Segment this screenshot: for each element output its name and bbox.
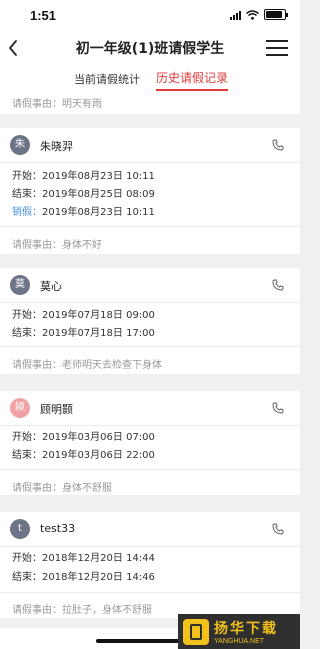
leave-reason: 请假事由：拉肚子，身体不舒服 bbox=[12, 605, 152, 616]
chevron-left-icon bbox=[9, 40, 17, 56]
divider bbox=[0, 546, 300, 547]
tab-history-records[interactable]: 历史请假记录 bbox=[156, 69, 229, 91]
card-header: 朱 朱晓羿 bbox=[0, 128, 300, 162]
nav-bar: 初一年级(1)班请假学生 bbox=[0, 30, 300, 66]
watermark-logo bbox=[183, 618, 209, 645]
leave-record-card[interactable]: t test33 开始：2018年12月20日 14:44 结束：2018年12… bbox=[0, 512, 300, 618]
start-time: 2018年12月20日 14:44 bbox=[42, 553, 155, 564]
watermark-cn: 扬华下载 bbox=[214, 621, 278, 637]
leave-record-card[interactable]: 朱 朱晓羿 开始：2019年08月23日 10:11 结束：2019年08月25… bbox=[0, 128, 300, 254]
phone-icon[interactable] bbox=[272, 279, 284, 291]
end-time-row: 结束：2019年07月18日 17:00 bbox=[12, 324, 155, 339]
end-time-row: 结束：2019年08月25日 08:09 bbox=[12, 185, 155, 200]
tab-current-stats[interactable]: 当前请假统计 bbox=[74, 71, 140, 92]
divider bbox=[0, 425, 300, 426]
end-time: 2019年07月18日 17:00 bbox=[42, 328, 155, 339]
student-name: 莫心 bbox=[40, 280, 62, 293]
back-button[interactable] bbox=[4, 36, 26, 60]
list-item: 请假事由：明天有雨 bbox=[0, 92, 300, 114]
end-time-row: 结束：2018年12月20日 14:46 bbox=[12, 568, 155, 583]
tabs-bar: 当前请假统计 历史请假记录 bbox=[0, 66, 300, 92]
page-title: 初一年级(1)班请假学生 bbox=[75, 41, 225, 57]
start-label: 开始： bbox=[12, 432, 42, 443]
student-name: 朱晓羿 bbox=[40, 140, 73, 153]
cancel-label: 销假： bbox=[12, 207, 42, 218]
divider bbox=[0, 226, 300, 227]
avatar: 朱 bbox=[10, 135, 30, 155]
divider bbox=[0, 346, 300, 347]
end-label: 结束： bbox=[12, 328, 42, 339]
phone-icon[interactable] bbox=[272, 139, 284, 151]
end-time: 2019年08月25日 08:09 bbox=[42, 189, 155, 200]
start-label: 开始： bbox=[12, 310, 42, 321]
end-label: 结束： bbox=[12, 572, 42, 583]
leave-reason: 请假事由：身体不舒服 bbox=[12, 483, 112, 494]
divider bbox=[0, 162, 300, 163]
leave-record-card[interactable]: 莫 莫心 开始：2019年07月18日 09:00 结束：2019年07月18日… bbox=[0, 268, 300, 374]
start-time: 2019年08月23日 10:11 bbox=[42, 171, 155, 182]
phone-icon[interactable] bbox=[272, 402, 284, 414]
start-time-row: 开始：2019年07月18日 09:00 bbox=[12, 306, 155, 321]
student-name: 顾明颢 bbox=[40, 403, 73, 416]
end-time-row: 结束：2019年03月06日 22:00 bbox=[12, 446, 155, 461]
avatar: 颍 bbox=[10, 398, 30, 418]
battery-icon bbox=[264, 9, 288, 20]
watermark-text: 扬华下载 YANGHUA.NET bbox=[214, 618, 278, 645]
cancel-time-row: 销假：2019年08月23日 10:11 bbox=[12, 203, 155, 218]
start-label: 开始： bbox=[12, 553, 42, 564]
menu-button[interactable] bbox=[266, 40, 288, 56]
start-time-row: 开始：2018年12月20日 14:44 bbox=[12, 549, 155, 564]
avatar: 莫 bbox=[10, 275, 30, 295]
status-icons bbox=[230, 9, 288, 20]
divider bbox=[0, 469, 300, 470]
divider bbox=[0, 592, 300, 593]
divider bbox=[0, 302, 300, 303]
status-bar: 1:51 bbox=[0, 0, 300, 30]
end-time: 2018年12月20日 14:46 bbox=[42, 572, 155, 583]
start-time: 2019年07月18日 09:00 bbox=[42, 310, 155, 321]
end-label: 结束： bbox=[12, 450, 42, 461]
watermark: 扬华下载 YANGHUA.NET bbox=[178, 614, 300, 649]
start-time: 2019年03月06日 07:00 bbox=[42, 432, 155, 443]
signal-icon bbox=[230, 10, 241, 20]
card-header: 莫 莫心 bbox=[0, 268, 300, 302]
phone-icon[interactable] bbox=[272, 523, 284, 535]
end-time: 2019年03月06日 22:00 bbox=[42, 450, 155, 461]
status-time: 1:51 bbox=[30, 8, 57, 23]
avatar: t bbox=[10, 519, 30, 539]
leave-reason: 请假事由：老师明天去检查下身体 bbox=[12, 360, 162, 371]
start-label: 开始： bbox=[12, 171, 42, 182]
leave-record-card[interactable]: 颍 顾明颢 开始：2019年03月06日 07:00 结束：2019年03月06… bbox=[0, 391, 300, 495]
start-time-row: 开始：2019年08月23日 10:11 bbox=[12, 167, 155, 182]
student-name: test33 bbox=[40, 522, 76, 535]
end-label: 结束： bbox=[12, 189, 42, 200]
cancel-time: 2019年08月23日 10:11 bbox=[42, 207, 155, 218]
start-time-row: 开始：2019年03月06日 07:00 bbox=[12, 428, 155, 443]
card-header: 颍 顾明颢 bbox=[0, 391, 300, 425]
card-header: t test33 bbox=[0, 512, 300, 546]
wifi-icon bbox=[246, 9, 259, 20]
leave-reason: 请假事由：明天有雨 bbox=[12, 99, 102, 110]
leave-reason: 请假事由：身体不好 bbox=[12, 240, 102, 251]
watermark-en: YANGHUA.NET bbox=[214, 638, 265, 645]
